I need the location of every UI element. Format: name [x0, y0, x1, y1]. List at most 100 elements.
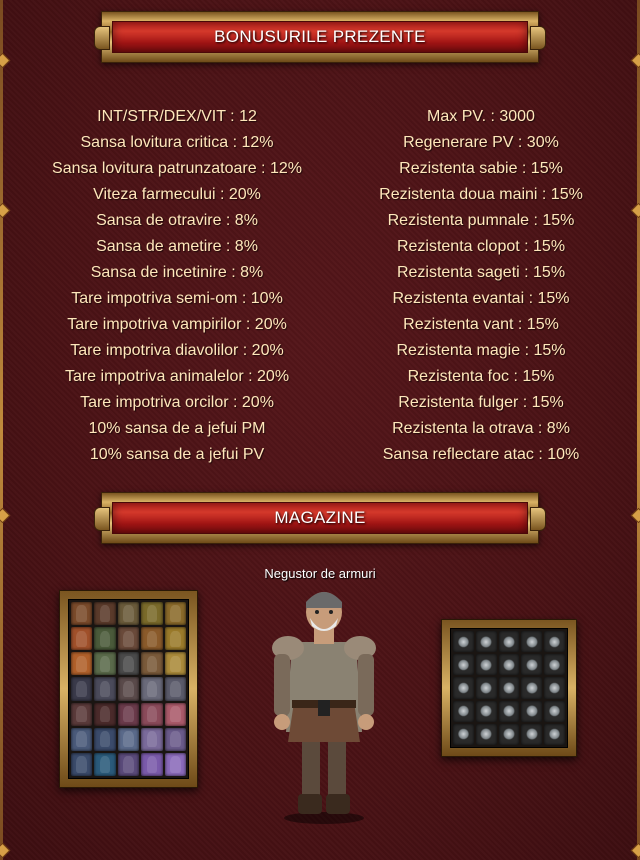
accessory-item-slot[interactable]: [521, 677, 543, 699]
armor-item-slot[interactable]: [141, 727, 163, 751]
accessory-item-slot[interactable]: [453, 654, 474, 676]
armor-item-slot[interactable]: [94, 702, 116, 726]
armor-item-slot[interactable]: [164, 727, 186, 751]
armor-item-slot[interactable]: [117, 652, 140, 676]
armor-item-slot[interactable]: [164, 677, 186, 701]
armor-item-slot[interactable]: [117, 752, 140, 776]
armor-item-grid: [68, 599, 189, 779]
armor-item-slot[interactable]: [117, 602, 140, 626]
bonus-stat: Rezistenta fulger : 15%: [398, 394, 564, 411]
accessory-item-slot[interactable]: [521, 700, 543, 722]
accessory-item-slot[interactable]: [498, 654, 520, 676]
armor-item-slot[interactable]: [164, 602, 186, 626]
armor-item-slot[interactable]: [71, 602, 93, 626]
armor-item-slot[interactable]: [71, 627, 93, 651]
banner-scroll-end: [530, 26, 546, 50]
shops-header-banner: MAGAZINE: [94, 492, 546, 544]
armor-item-slot[interactable]: [94, 677, 116, 701]
accessory-item-slot[interactable]: [498, 723, 520, 745]
accessory-item-slot[interactable]: [521, 631, 543, 653]
accessory-item-slot[interactable]: [475, 723, 497, 745]
accessory-item-slot[interactable]: [544, 631, 565, 653]
accessory-item-slot[interactable]: [498, 700, 520, 722]
accessory-item-slot[interactable]: [475, 700, 497, 722]
armor-item-slot[interactable]: [117, 677, 140, 701]
bonus-stat: Sansa reflectare atac : 10%: [382, 446, 580, 463]
armor-item-slot[interactable]: [71, 752, 93, 776]
banner-ribbon: BONUSURILE PREZENTE: [112, 21, 528, 53]
armor-item-slot[interactable]: [71, 702, 93, 726]
armor-item-slot[interactable]: [141, 627, 163, 651]
accessory-item-slot[interactable]: [475, 677, 497, 699]
accessory-item-slot[interactable]: [453, 700, 474, 722]
bonus-stat: Rezistenta magie : 15%: [396, 342, 566, 359]
bonus-stat: Sansa de ametire : 8%: [96, 238, 258, 255]
armor-item-slot[interactable]: [117, 627, 140, 651]
bonus-stat: Tare impotriva diavolilor : 20%: [70, 342, 284, 359]
armor-item-slot[interactable]: [94, 752, 116, 776]
banner-scroll-end: [530, 507, 546, 531]
bonus-stat: 10% sansa de a jefui PM: [88, 420, 266, 437]
accessory-item-slot[interactable]: [544, 723, 565, 745]
bonus-stat: Sansa de otravire : 8%: [96, 212, 258, 229]
accessory-item-slot[interactable]: [544, 700, 565, 722]
accessory-item-slot[interactable]: [453, 723, 474, 745]
armor-item-slot[interactable]: [117, 727, 140, 751]
accessory-item-slot[interactable]: [521, 654, 543, 676]
accessory-item-slot[interactable]: [544, 654, 565, 676]
accessory-shop-panel: [441, 619, 577, 757]
shops-title: MAGAZINE: [274, 508, 366, 527]
bonus-stat: Sansa de incetinire : 8%: [90, 264, 264, 281]
bonus-stat: Rezistenta sabie : 15%: [399, 160, 563, 177]
bonuses-title: BONUSURILE PREZENTE: [214, 27, 426, 46]
bonus-list-right: Max PV. : 3000 Regenerare PV : 30% Rezis…: [331, 104, 631, 468]
bonus-stat: Tare impotriva semi-om : 10%: [71, 290, 283, 307]
armor-item-slot[interactable]: [141, 702, 163, 726]
bonus-stat: Rezistenta sageti : 15%: [396, 264, 566, 281]
armor-item-slot[interactable]: [94, 652, 116, 676]
accessory-item-slot[interactable]: [453, 631, 474, 653]
armor-item-slot[interactable]: [164, 752, 186, 776]
bonus-stat: Rezistenta pumnale : 15%: [387, 212, 575, 229]
left-frame-border: [0, 0, 3, 860]
armor-item-slot[interactable]: [71, 727, 93, 751]
accessory-item-slot[interactable]: [453, 677, 474, 699]
accessory-item-slot[interactable]: [544, 677, 565, 699]
armor-item-slot[interactable]: [94, 727, 116, 751]
armor-shop-panel: [59, 590, 198, 788]
armor-item-slot[interactable]: [117, 702, 140, 726]
npc-name-label: Negustor de armuri: [264, 566, 376, 581]
armor-item-slot[interactable]: [94, 627, 116, 651]
accessory-item-slot[interactable]: [498, 631, 520, 653]
accessory-item-slot[interactable]: [475, 654, 497, 676]
armor-item-slot[interactable]: [141, 677, 163, 701]
armor-merchant-npc-icon[interactable]: [262, 582, 386, 826]
bonus-stat: Tare impotriva vampirilor : 20%: [67, 316, 287, 333]
bonus-stat: Rezistenta vant : 15%: [403, 316, 559, 333]
bonus-stat: Tare impotriva animalelor : 20%: [64, 368, 290, 385]
armor-item-slot[interactable]: [141, 752, 163, 776]
armor-item-slot[interactable]: [141, 652, 163, 676]
armor-item-slot[interactable]: [94, 602, 116, 626]
bonus-stat: Rezistenta evantai : 15%: [392, 290, 570, 307]
accessory-item-slot[interactable]: [475, 631, 497, 653]
armor-item-slot[interactable]: [164, 702, 186, 726]
bonus-stat: Rezistenta doua maini : 15%: [379, 186, 583, 203]
bonus-stat: Viteza farmecului : 20%: [93, 186, 261, 203]
armor-item-slot[interactable]: [71, 677, 93, 701]
bonus-stat: 10% sansa de a jefui PV: [89, 446, 265, 463]
bonus-stat: Rezistenta clopot : 15%: [396, 238, 566, 255]
bonus-stat: INT/STR/DEX/VIT : 12: [97, 108, 257, 125]
armor-item-slot[interactable]: [141, 602, 163, 626]
accessory-item-slot[interactable]: [498, 677, 520, 699]
bonus-stat: Sansa lovitura patrunzatoare : 12%: [52, 160, 302, 177]
armor-item-slot[interactable]: [71, 652, 93, 676]
accessory-item-grid: [450, 628, 568, 748]
bonus-stat: Max PV. : 3000: [427, 108, 535, 125]
bonus-stat: Regenerare PV : 30%: [403, 134, 559, 151]
banner-scroll-end: [94, 507, 110, 531]
armor-item-slot[interactable]: [164, 627, 186, 651]
bonus-stat: Sansa lovitura critica : 12%: [80, 134, 274, 151]
armor-item-slot[interactable]: [164, 652, 186, 676]
accessory-item-slot[interactable]: [521, 723, 543, 745]
